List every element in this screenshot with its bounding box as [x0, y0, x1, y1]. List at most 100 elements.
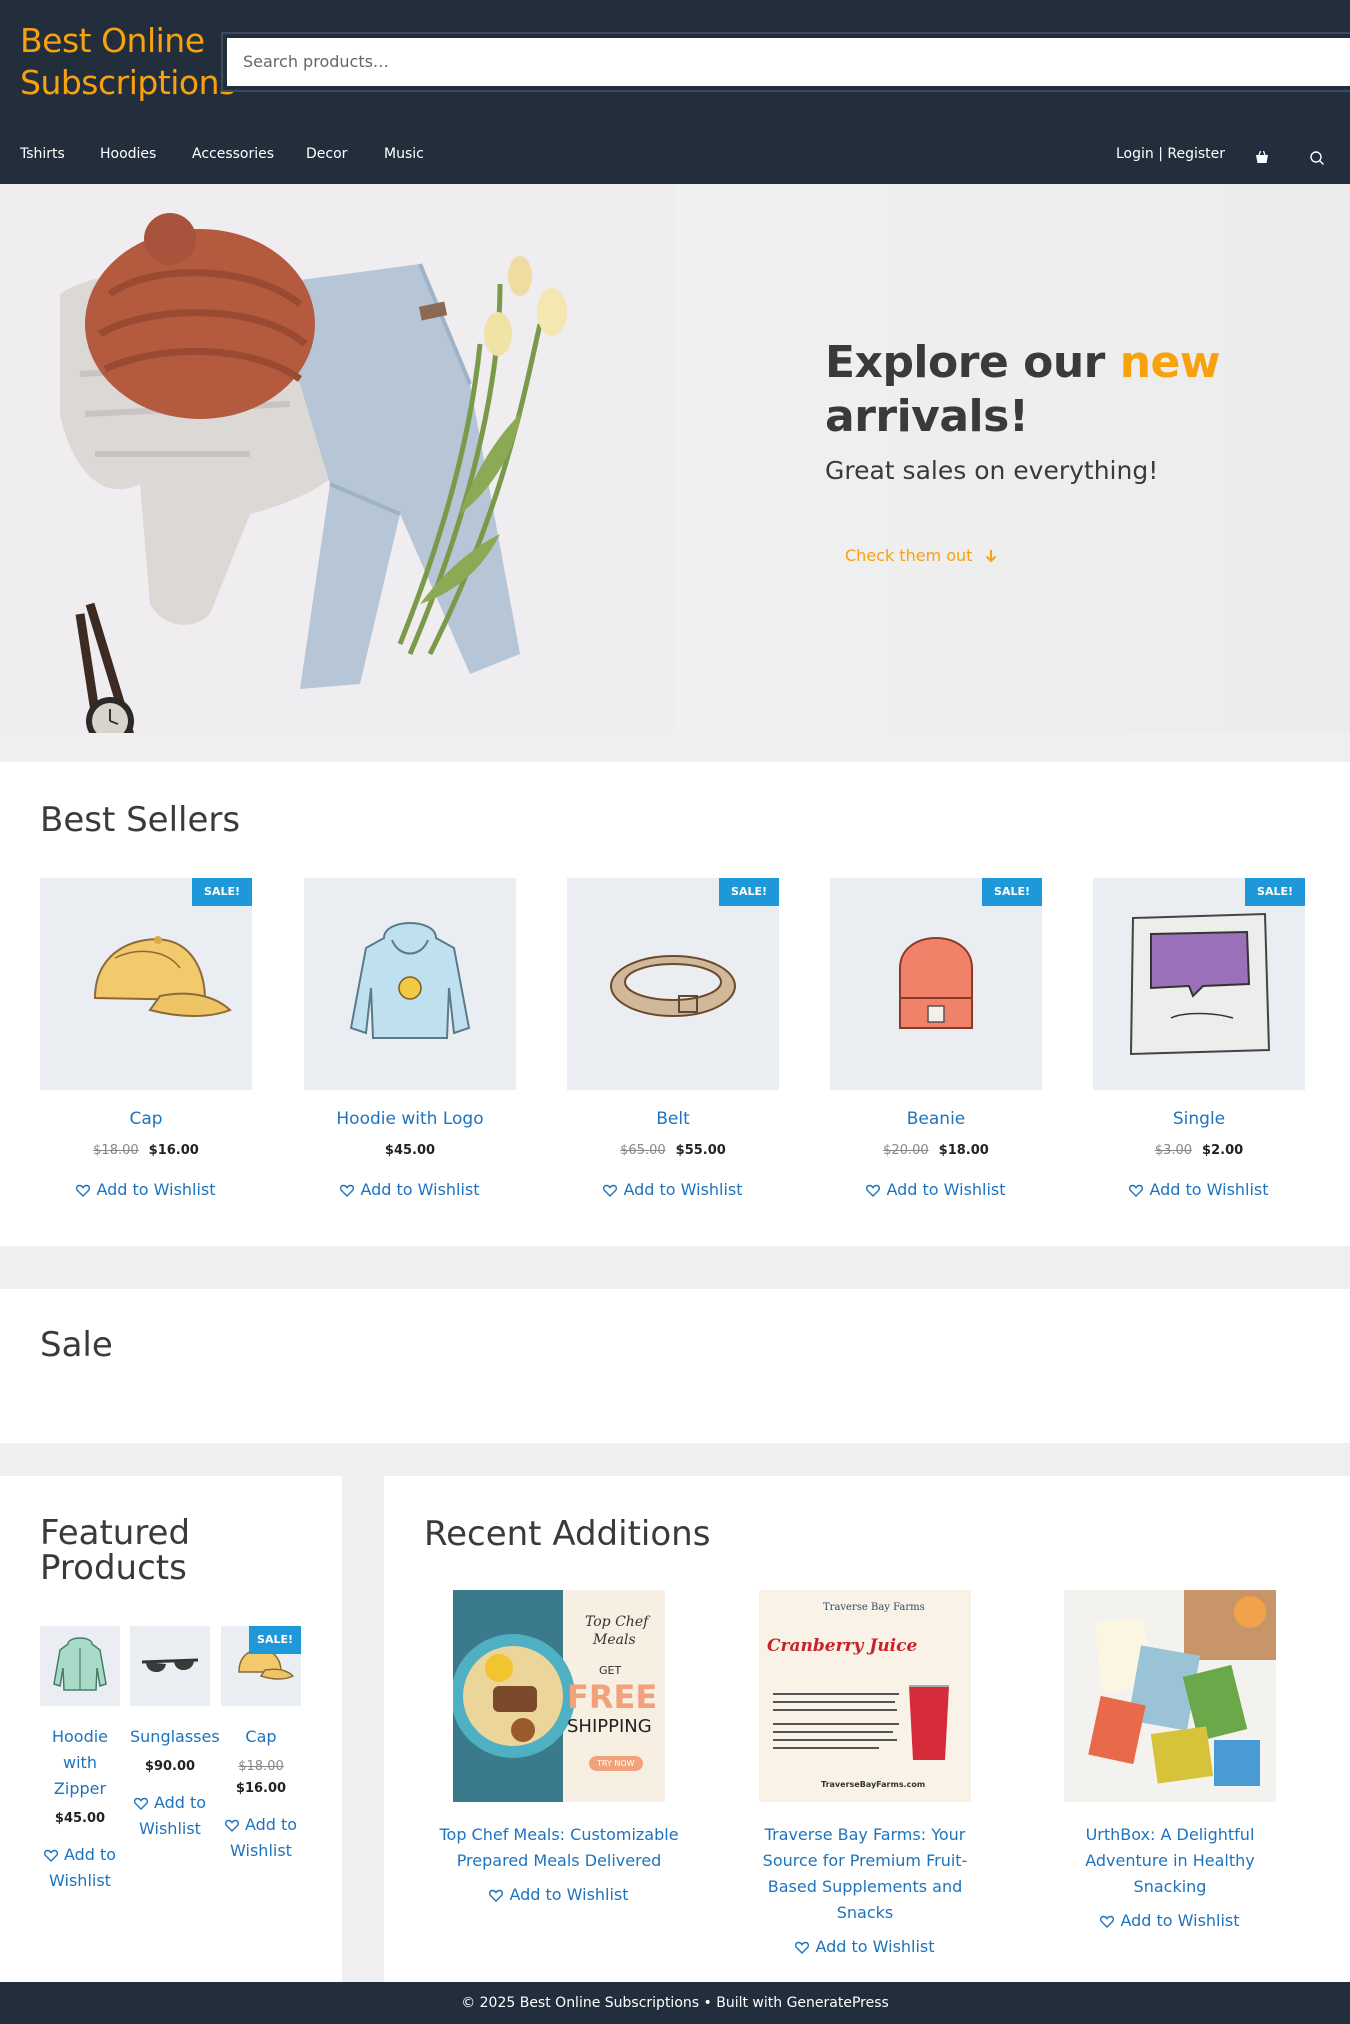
best-sellers-title: Best Sellers — [40, 800, 241, 840]
wishlist-label: Add to Wishlist — [1120, 1911, 1240, 1930]
wishlist-label: Add to Wishlist — [49, 1845, 117, 1890]
wishlist-label: Add to Wishlist — [886, 1180, 1006, 1199]
beanie-image — [899, 937, 973, 1029]
image-text-url: TraverseBayFarms.com — [821, 1780, 926, 1789]
hero-button-label: Check them out — [845, 546, 973, 565]
old-price: $18.00 — [93, 1143, 139, 1158]
product-name[interactable]: Hoodie with Zipper — [40, 1724, 120, 1802]
product-card: Sunglasses $90.00 Add to Wishlist — [130, 1626, 220, 1842]
nav-item-tshirts[interactable]: Tshirts — [20, 138, 65, 170]
product-name[interactable]: Hoodie with Logo — [304, 1108, 516, 1130]
current-price: $45.00 — [384, 1143, 436, 1158]
product-image[interactable]: SALE! — [1093, 878, 1305, 1090]
current-price: $2.00 — [1202, 1143, 1244, 1158]
add-to-wishlist-button[interactable]: Add to Wishlist — [221, 1812, 301, 1864]
login-register-link[interactable]: Login | Register — [1116, 138, 1225, 170]
product-price: $45.00 — [54, 1811, 106, 1826]
recent-additions-title: Recent Additions — [424, 1514, 711, 1554]
nav-item-decor[interactable]: Decor — [306, 138, 347, 170]
old-price: $20.00 — [883, 1143, 929, 1158]
image-text-brand: Traverse Bay Farms — [823, 1602, 925, 1613]
arrow-down-icon — [985, 550, 996, 563]
old-price: $18.00 — [238, 1759, 284, 1774]
check-them-out-button[interactable]: Check them out — [845, 544, 998, 568]
nav-item-hoodies[interactable]: Hoodies — [100, 138, 156, 170]
search-input[interactable] — [227, 38, 1350, 86]
product-image[interactable] — [40, 1626, 120, 1706]
search-bar — [221, 32, 1350, 92]
nav-item-accessories[interactable]: Accessories — [192, 138, 274, 170]
old-price: $65.00 — [620, 1143, 666, 1158]
add-to-wishlist-button[interactable]: Add to Wishlist — [1050, 1908, 1290, 1934]
wishlist-label: Add to Wishlist — [815, 1937, 935, 1956]
recent-item-name[interactable]: Traverse Bay Farms: Your Source for Prem… — [745, 1822, 985, 1926]
featured-title-line1: Featured — [40, 1513, 191, 1553]
hero-subtitle: Great sales on everything! — [825, 456, 1159, 485]
product-name[interactable]: Cap — [40, 1108, 252, 1130]
sale-section: Sale — [0, 1289, 1350, 1443]
heart-icon — [1129, 1184, 1144, 1197]
current-price: $16.00 — [148, 1143, 199, 1158]
product-price: $3.00 $2.00 — [1093, 1142, 1305, 1160]
nav-item-music[interactable]: Music — [384, 138, 424, 170]
sale-badge: SALE! — [719, 878, 779, 906]
urthbox-image[interactable] — [1064, 1590, 1276, 1802]
heart-icon — [489, 1889, 504, 1902]
product-name[interactable]: Beanie — [830, 1108, 1042, 1130]
product-image[interactable]: SALE! — [221, 1626, 301, 1706]
wishlist-label: Add to Wishlist — [623, 1180, 743, 1199]
product-image[interactable] — [130, 1626, 210, 1706]
cart-icon[interactable] — [1254, 145, 1270, 177]
product-card: SALE! Cap $18.00 $16.00 Add to Wishlist — [40, 878, 252, 1200]
featured-products-section: Featured Products Hoodie with Zipper $45.… — [0, 1476, 342, 1982]
recent-item: UrthBox: A Delightful Adventure in Healt… — [1050, 1590, 1290, 1934]
wishlist-label: Add to Wishlist — [96, 1180, 216, 1199]
product-price: $45.00 — [304, 1142, 516, 1160]
product-image[interactable]: SALE! — [40, 878, 252, 1090]
add-to-wishlist-button[interactable]: Add to Wishlist — [130, 1790, 210, 1842]
hero-text-block: Explore our new arrivals! Great sales on … — [825, 336, 1295, 565]
product-name[interactable]: Sunglasses — [130, 1724, 220, 1750]
add-to-wishlist-button[interactable]: Add to Wishlist — [304, 1180, 516, 1200]
cap-image — [93, 936, 232, 1017]
hoodie-image — [349, 922, 471, 1039]
search-icon[interactable] — [1309, 146, 1325, 178]
recent-item-name[interactable]: Top Chef Meals: Customizable Prepared Me… — [439, 1822, 679, 1874]
top-chef-meals-image[interactable]: Top Chef Meals GET FREE SHIPPING TRY NOW — [453, 1590, 665, 1802]
add-to-wishlist-button[interactable]: Add to Wishlist — [745, 1934, 985, 1960]
product-price: $20.00 $18.00 — [830, 1142, 1042, 1160]
product-image[interactable]: SALE! — [830, 878, 1042, 1090]
product-image[interactable]: SALE! — [567, 878, 779, 1090]
add-to-wishlist-button[interactable]: Add to Wishlist — [439, 1882, 679, 1908]
product-name[interactable]: Belt — [567, 1108, 779, 1130]
heart-icon — [866, 1184, 881, 1197]
main-nav: Tshirts Hoodies Accessories Decor Music … — [0, 138, 1350, 170]
product-card: Hoodie with Zipper $45.00 Add to Wishlis… — [40, 1626, 120, 1894]
old-price: $3.00 — [1154, 1143, 1193, 1158]
product-card: SALE! Single $3.00 $2.00 Add to Wishlist — [1093, 878, 1305, 1200]
add-to-wishlist-button[interactable]: Add to Wishlist — [1093, 1180, 1305, 1200]
heart-icon — [1100, 1915, 1115, 1928]
product-name[interactable]: Single — [1093, 1108, 1305, 1130]
traverse-bay-farms-image[interactable]: Traverse Bay Farms Cranberry Juice Trave… — [759, 1590, 971, 1802]
add-to-wishlist-button[interactable]: Add to Wishlist — [830, 1180, 1042, 1200]
current-price: $18.00 — [938, 1143, 989, 1158]
hoodie-zipper-image — [53, 1637, 107, 1691]
heart-icon — [133, 1797, 148, 1810]
add-to-wishlist-button[interactable]: Add to Wishlist — [567, 1180, 779, 1200]
product-name[interactable]: Cap — [221, 1724, 301, 1750]
heart-icon — [43, 1849, 58, 1862]
product-price: $65.00 $55.00 — [567, 1142, 779, 1160]
featured-title: Featured Products — [40, 1516, 190, 1586]
best-sellers-section: Best Sellers SALE! Cap $18.00 $16.00 Add … — [0, 762, 1350, 1246]
add-to-wishlist-button[interactable]: Add to Wishlist — [40, 1180, 252, 1200]
recent-item-name[interactable]: UrthBox: A Delightful Adventure in Healt… — [1050, 1822, 1290, 1900]
sale-badge: SALE! — [982, 878, 1042, 906]
image-text-brand: Top Chef — [585, 1614, 649, 1630]
site-footer: © 2025 Best Online Subscriptions • Built… — [0, 1982, 1350, 2024]
site-logo[interactable]: Best Online Subscriptions — [20, 20, 236, 104]
wishlist-label: Add to Wishlist — [139, 1793, 207, 1838]
wishlist-label: Add to Wishlist — [360, 1180, 480, 1199]
add-to-wishlist-button[interactable]: Add to Wishlist — [40, 1842, 120, 1894]
product-image[interactable] — [304, 878, 516, 1090]
